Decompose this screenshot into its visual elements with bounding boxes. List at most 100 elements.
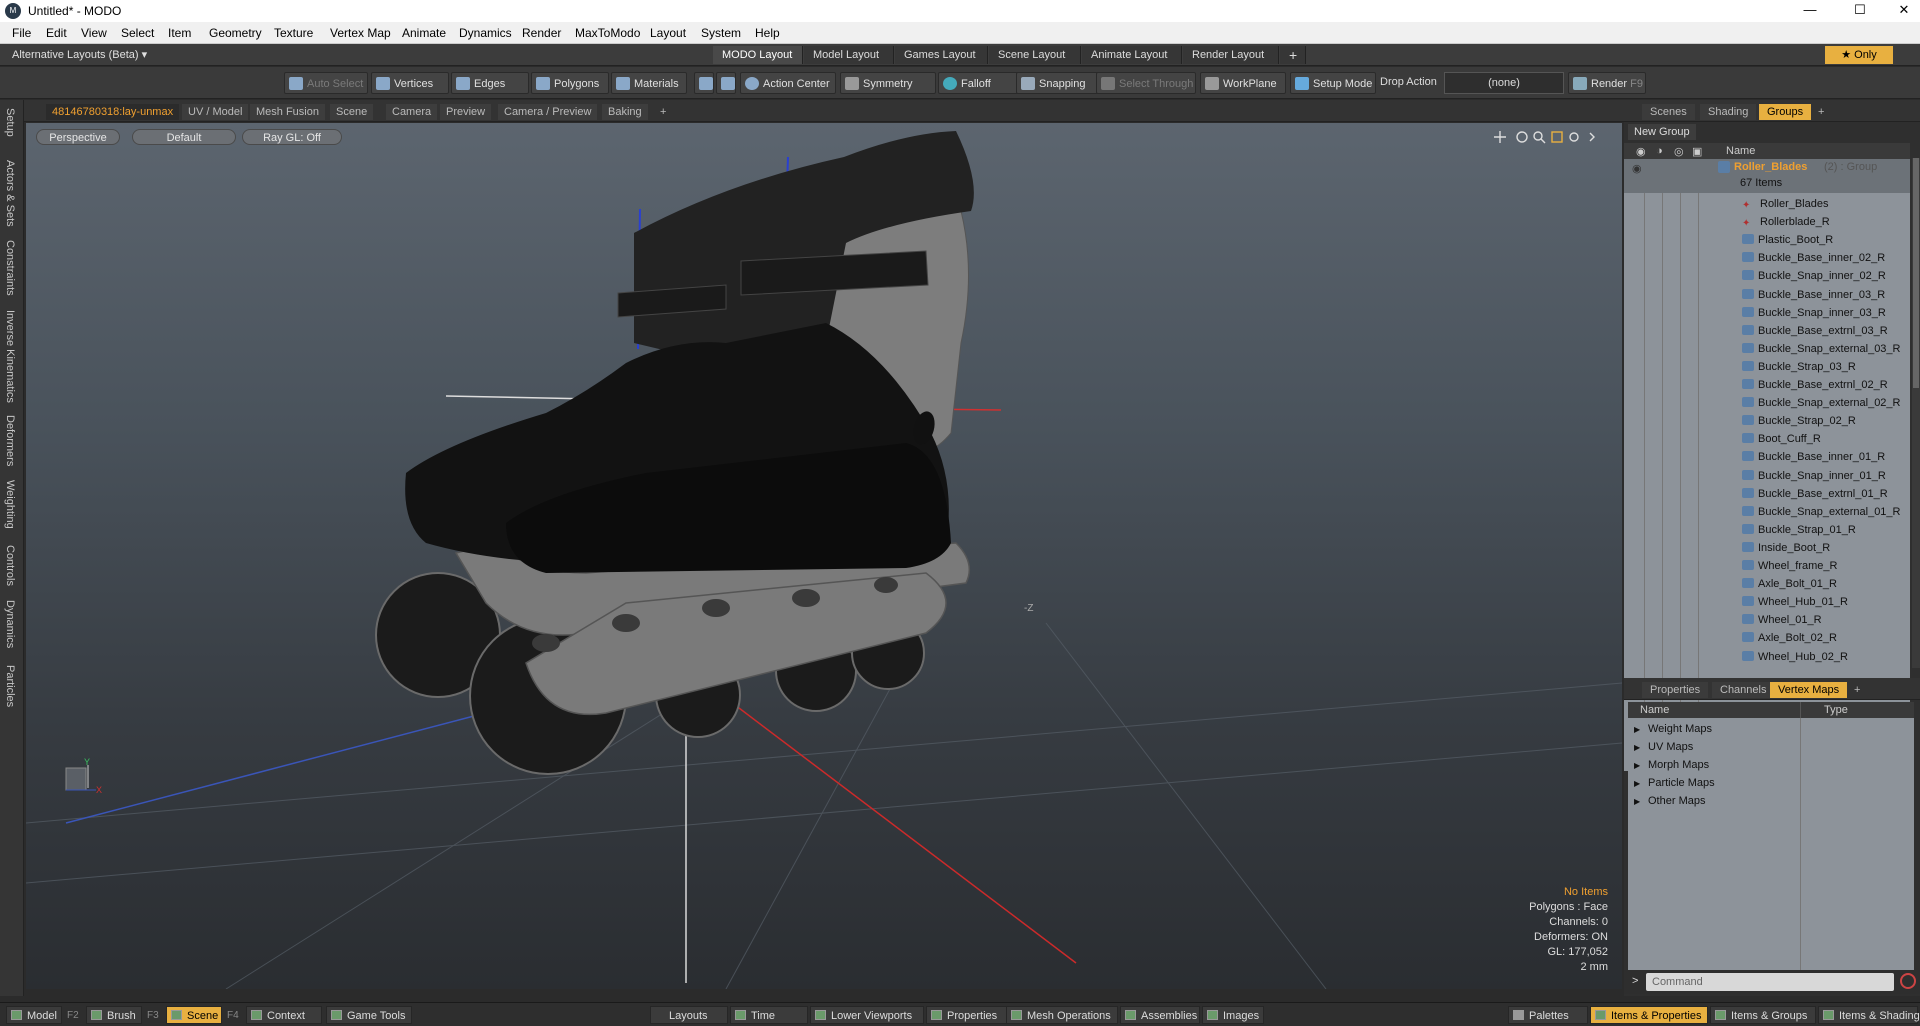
items-groups-button[interactable]: Items & Groups	[1710, 1006, 1816, 1024]
vm-weight-maps[interactable]: ▶ Weight Maps	[1634, 720, 1712, 738]
menu-texture[interactable]: Texture	[274, 26, 313, 40]
vm-morph-maps[interactable]: ▶ Morph Maps	[1634, 756, 1709, 774]
tab-groups[interactable]: Groups	[1759, 104, 1812, 120]
new-group-button[interactable]: New Group	[1628, 124, 1696, 140]
images-button[interactable]: Images	[1202, 1006, 1264, 1024]
tab-modo-layout[interactable]: MODO Layout	[713, 46, 803, 64]
auto-select-button[interactable]: Auto Select	[284, 72, 368, 94]
tab-animate-layout[interactable]: Animate Layout	[1082, 46, 1182, 64]
symmetry-button[interactable]: Symmetry	[840, 72, 936, 94]
polygons-button[interactable]: Polygons	[531, 72, 609, 94]
materials-button[interactable]: Materials	[611, 72, 687, 94]
rail-tab-constraints[interactable]: Constraints	[4, 240, 16, 296]
brush-tab[interactable]: Brush	[86, 1006, 142, 1024]
visibility-eye-icon[interactable]: ◉	[1632, 162, 1642, 175]
scrollbar-thumb[interactable]	[1913, 158, 1919, 388]
maximize-button[interactable]: ☐	[1838, 0, 1882, 22]
group-item-row[interactable]: Buckle_Base_extrnl_01_R	[1742, 485, 1888, 503]
menu-item[interactable]: Item	[168, 26, 191, 40]
tab-mesh-fusion[interactable]: Mesh Fusion	[250, 104, 325, 120]
alternative-layouts-dropdown[interactable]: Alternative Layouts (Beta) ▾	[12, 48, 147, 61]
only-toggle[interactable]: ★ Only	[1825, 46, 1893, 64]
menu-select[interactable]: Select	[121, 26, 154, 40]
add-panel-tab-button[interactable]: +	[1810, 104, 1832, 120]
select-mode-b-button[interactable]	[716, 72, 736, 94]
group-item-row[interactable]: Buckle_Base_extrnl_02_R	[1742, 376, 1888, 394]
tab-preview[interactable]: Preview	[440, 104, 492, 120]
layouts-button[interactable]: Layouts	[650, 1006, 728, 1024]
menu-help[interactable]: Help	[755, 26, 780, 40]
tab-vertex-maps[interactable]: Vertex Maps	[1770, 682, 1848, 698]
lower-viewports-button[interactable]: Lower Viewports	[810, 1006, 924, 1024]
add-layout-button[interactable]: +	[1280, 46, 1306, 64]
menu-geometry[interactable]: Geometry	[209, 26, 262, 40]
add-viewport-tab-button[interactable]: +	[654, 104, 672, 120]
expand-arrow-icon[interactable]: ▶	[1634, 739, 1648, 757]
time-button[interactable]: Time	[730, 1006, 808, 1024]
record-icon[interactable]	[1900, 973, 1916, 989]
group-item-row[interactable]: Plastic_Boot_R	[1742, 231, 1833, 249]
snapping-button[interactable]: Snapping	[1016, 72, 1104, 94]
tab-uv-model[interactable]: UV / Model	[182, 104, 249, 120]
expand-arrow-icon[interactable]: ▶	[1634, 775, 1648, 793]
menu-edit[interactable]: Edit	[46, 26, 67, 40]
tab-camera[interactable]: Camera	[386, 104, 438, 120]
edges-button[interactable]: Edges	[451, 72, 529, 94]
add-properties-tab-button[interactable]: +	[1846, 682, 1868, 698]
items-shading-button[interactable]: Items & Shading	[1818, 1006, 1920, 1024]
palettes-button[interactable]: Palettes	[1508, 1006, 1588, 1024]
items-properties-button[interactable]: Items & Properties	[1590, 1006, 1708, 1024]
group-item-row[interactable]: Buckle_Snap_inner_01_R	[1742, 467, 1886, 485]
context-tab[interactable]: Context	[246, 1006, 322, 1024]
group-item-row[interactable]: Wheel_Hub_01_R	[1742, 593, 1848, 611]
rail-tab-controls[interactable]: Controls	[4, 545, 16, 586]
tab-render-layout[interactable]: Render Layout	[1183, 46, 1279, 64]
group-item-row[interactable]: Buckle_Strap_03_R	[1742, 358, 1856, 376]
command-input[interactable]: Command	[1646, 973, 1894, 991]
tab-shading[interactable]: Shading	[1700, 104, 1757, 120]
group-item-row[interactable]: Boot_Cuff_R	[1742, 430, 1821, 448]
group-item-row[interactable]: Axle_Bolt_01_R	[1742, 575, 1837, 593]
group-item-row[interactable]: Buckle_Snap_inner_03_R	[1742, 304, 1886, 322]
group-item-row[interactable]: Buckle_Base_inner_02_R	[1742, 249, 1885, 267]
3d-viewport[interactable]: Perspective Default Ray GL: Off -Z Y X N…	[26, 123, 1622, 989]
group-item-row[interactable]: Axle_Bolt_02_R	[1742, 629, 1837, 647]
group-item-row[interactable]: Buckle_Snap_external_01_R	[1742, 503, 1901, 521]
select-through-button[interactable]: Select Through	[1096, 72, 1196, 94]
vm-particle-maps[interactable]: ▶ Particle Maps	[1634, 774, 1715, 792]
mesh-operations-button[interactable]: Mesh Operations	[1006, 1006, 1118, 1024]
menu-view[interactable]: View	[81, 26, 107, 40]
vm-other-maps[interactable]: ▶ Other Maps	[1634, 792, 1705, 810]
vertices-button[interactable]: Vertices	[371, 72, 449, 94]
minimize-button[interactable]: —	[1788, 0, 1832, 22]
render-button[interactable]: Render F9	[1568, 72, 1646, 94]
expand-arrow-icon[interactable]: ▶	[1634, 757, 1648, 775]
rail-tab-inverse-kinematics[interactable]: Inverse Kinematics	[4, 310, 16, 403]
tab-scene[interactable]: Scene	[330, 104, 374, 120]
menu-render[interactable]: Render	[522, 26, 561, 40]
tab-scene-layout[interactable]: Scene Layout	[989, 46, 1081, 64]
group-item-row[interactable]: Wheel_frame_R	[1742, 557, 1837, 575]
group-item-row[interactable]: Buckle_Strap_02_R	[1742, 412, 1856, 430]
model-tab[interactable]: Model	[6, 1006, 62, 1024]
tab-games-layout[interactable]: Games Layout	[895, 46, 988, 64]
tab-baking[interactable]: Baking	[602, 104, 648, 120]
tab-lay-unmax[interactable]: 48146780318:lay-unmax	[46, 104, 180, 120]
assemblies-button[interactable]: Assemblies	[1120, 1006, 1200, 1024]
menu-dynamics[interactable]: Dynamics	[459, 26, 512, 40]
rail-tab-setup[interactable]: Setup	[4, 108, 16, 137]
setup-mode-button[interactable]: Setup Mode	[1290, 72, 1376, 94]
group-row[interactable]: ◉ Roller_Blades (2) : Group 67 Items	[1624, 159, 1910, 193]
tab-scenes[interactable]: Scenes	[1642, 104, 1695, 120]
workplane-button[interactable]: WorkPlane	[1200, 72, 1286, 94]
close-button[interactable]: ✕	[1882, 0, 1920, 22]
group-item-row[interactable]: Buckle_Strap_01_R	[1742, 521, 1856, 539]
group-item-row[interactable]: Inside_Boot_R	[1742, 539, 1830, 557]
group-item-row[interactable]: Buckle_Base_inner_01_R	[1742, 448, 1885, 466]
expand-arrow-icon[interactable]: ▶	[1634, 793, 1648, 811]
rail-tab-actors-sets[interactable]: Actors & Sets	[4, 160, 16, 227]
tab-camera-preview[interactable]: Camera / Preview	[498, 104, 598, 120]
group-item-row[interactable]: Wheel_01_R	[1742, 611, 1822, 629]
group-item-row[interactable]: Buckle_Snap_external_03_R	[1742, 340, 1901, 358]
group-item-row[interactable]: Wheel_Hub_02_R	[1742, 648, 1848, 666]
